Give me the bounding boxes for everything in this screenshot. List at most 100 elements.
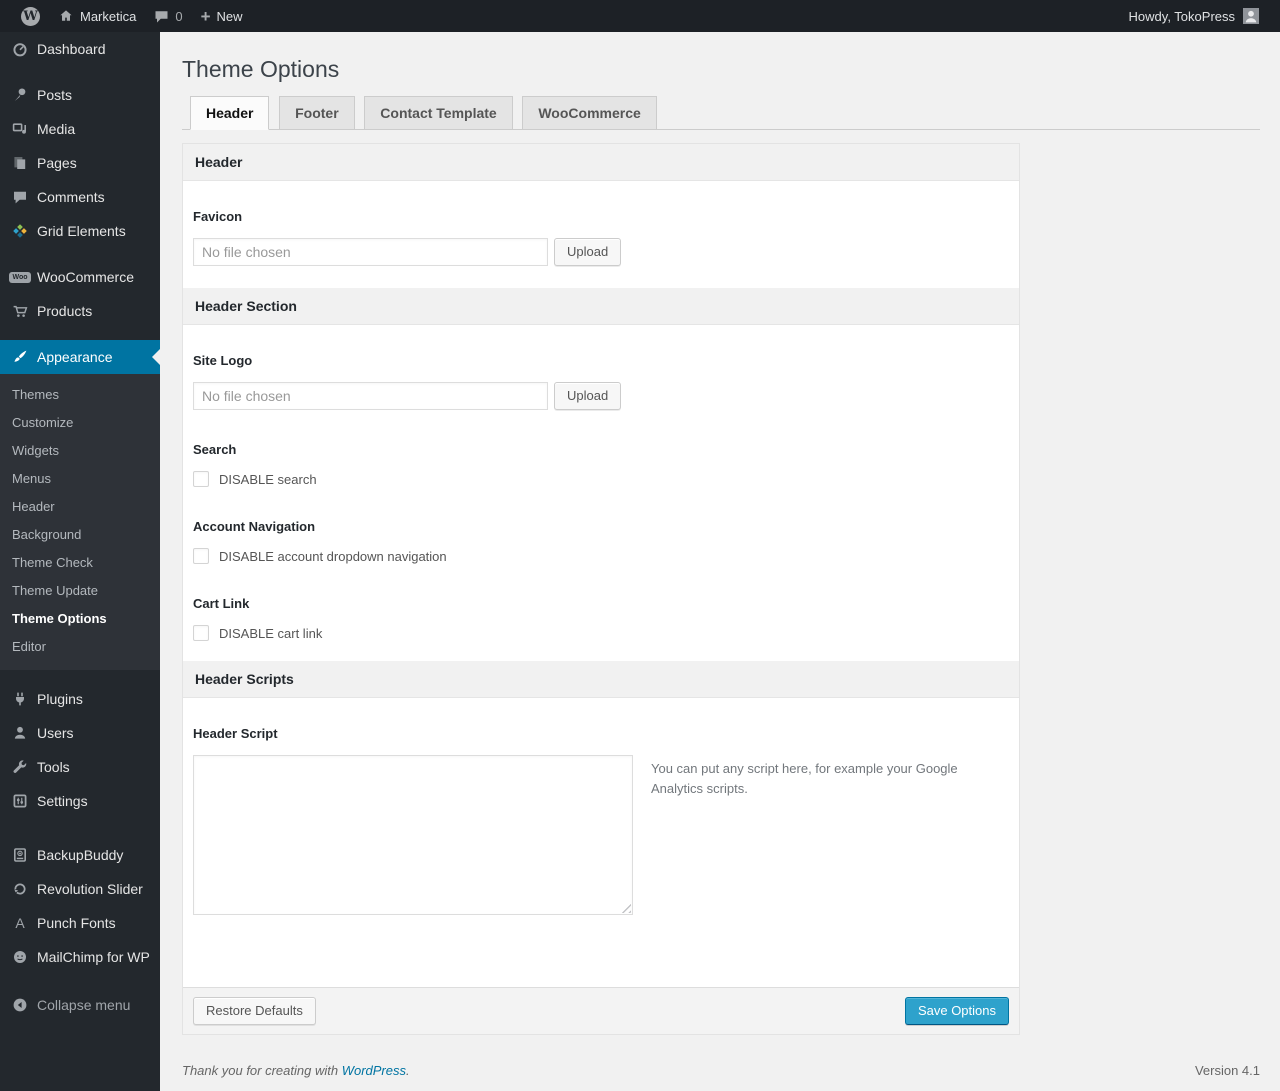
pushpin-icon (10, 86, 30, 104)
admin-bar: W Marketica 0 + New Howdy, TokoPress (0, 0, 1280, 32)
favicon-upload-button[interactable]: Upload (554, 238, 622, 266)
disable-account-nav-checkbox[interactable] (193, 548, 209, 564)
thanks-period: . (406, 1063, 410, 1078)
brush-icon (10, 348, 30, 366)
sidebar-item-appearance[interactable]: Appearance (0, 340, 160, 374)
account-navigation-label: Account Navigation (193, 519, 316, 534)
sidebar-label: Users (37, 725, 74, 741)
plug-icon (10, 690, 30, 708)
submenu-item-background[interactable]: Background (0, 521, 160, 549)
sidebar-label: Dashboard (37, 41, 106, 57)
home-icon (58, 8, 74, 24)
sidebar-item-backupbuddy[interactable]: BackupBuddy (0, 838, 160, 872)
section-title-header-section: Header Section (183, 288, 1019, 325)
sidebar-item-products[interactable]: Products (0, 294, 160, 328)
tab-bar: Header Footer Contact Template WooCommer… (182, 96, 1260, 130)
sidebar-label: BackupBuddy (37, 847, 124, 863)
sidebar-label: Media (37, 121, 76, 137)
avatar (1243, 8, 1259, 24)
site-logo-file-input[interactable] (193, 382, 548, 410)
sidebar-label: Products (37, 303, 93, 319)
sidebar-label: Tools (37, 759, 70, 775)
media-icon (10, 120, 30, 138)
header-script-hint: You can put any script here, for example… (651, 761, 958, 796)
submenu-item-theme-options[interactable]: Theme Options (0, 605, 160, 633)
sidebar-label: WooCommerce (37, 269, 134, 285)
tab-contact-template[interactable]: Contact Template (364, 96, 513, 129)
sidebar-label: Grid Elements (37, 223, 126, 239)
plus-icon: + (200, 6, 211, 26)
disable-search-checkbox[interactable] (193, 471, 209, 487)
comment-bubble-icon (154, 9, 169, 24)
disable-cart-link-checkbox-label[interactable]: DISABLE cart link (219, 626, 322, 641)
submenu-item-themes[interactable]: Themes (0, 381, 160, 409)
sidebar-item-grid-elements[interactable]: Grid Elements (0, 214, 160, 248)
section-title-header-scripts: Header Scripts (183, 661, 1019, 698)
menu-separator (0, 818, 160, 838)
sidebar-item-tools[interactable]: Tools (0, 750, 160, 784)
wp-logo-menu[interactable]: W (12, 0, 49, 32)
submenu-item-customize[interactable]: Customize (0, 409, 160, 437)
monkey-icon (10, 948, 30, 966)
sidebar-item-woocommerce[interactable]: Woo WooCommerce (0, 260, 160, 294)
cart-icon (10, 302, 30, 320)
menu-separator (0, 66, 160, 78)
cart-link-label: Cart Link (193, 596, 250, 611)
page-footer: Thank you for creating with WordPress. V… (182, 1035, 1260, 1088)
tab-woocommerce[interactable]: WooCommerce (522, 96, 657, 129)
tab-footer[interactable]: Footer (279, 96, 355, 129)
footer-thanks-text: Thank you for creating with WordPress. (182, 1063, 410, 1078)
version-text: Version 4.1 (1194, 1063, 1260, 1078)
disable-cart-link-checkbox[interactable] (193, 625, 209, 641)
backup-disk-icon (10, 846, 30, 864)
save-options-button[interactable]: Save Options (904, 997, 1009, 1025)
site-logo-upload-button[interactable]: Upload (554, 382, 622, 410)
sidebar-item-settings[interactable]: Settings (0, 784, 160, 818)
sidebar-item-media[interactable]: Media (0, 112, 160, 146)
disable-account-nav-checkbox-label[interactable]: DISABLE account dropdown navigation (219, 549, 447, 564)
sidebar-label: MailChimp for WP (37, 949, 150, 965)
search-label: Search (193, 442, 237, 457)
sidebar-item-mailchimp[interactable]: MailChimp for WP (0, 940, 160, 974)
sidebar-item-plugins[interactable]: Plugins (0, 682, 160, 716)
submenu-item-theme-update[interactable]: Theme Update (0, 577, 160, 605)
woocommerce-icon: Woo (9, 268, 31, 286)
sidebar-item-comments[interactable]: Comments (0, 180, 160, 214)
collapse-menu-button[interactable]: Collapse menu (0, 988, 160, 1022)
sidebar-item-revolution-slider[interactable]: Revolution Slider (0, 872, 160, 906)
wordpress-link[interactable]: WordPress (342, 1063, 406, 1078)
site-name-link[interactable]: Marketica (49, 0, 145, 32)
sidebar-label: Pages (37, 155, 77, 171)
sidebar-item-users[interactable]: Users (0, 716, 160, 750)
submenu-item-editor[interactable]: Editor (0, 633, 160, 661)
sidebar-item-punch-fonts[interactable]: A Punch Fonts (0, 906, 160, 940)
disable-search-checkbox-label[interactable]: DISABLE search (219, 472, 317, 487)
admin-sidebar: Dashboard Posts Media Pages Comments Gri… (0, 32, 160, 1091)
howdy-account-link[interactable]: Howdy, TokoPress (1120, 0, 1268, 32)
new-label: New (216, 8, 243, 24)
site-name: Marketica (80, 8, 137, 24)
submenu-item-header[interactable]: Header (0, 493, 160, 521)
comment-count: 0 (175, 8, 183, 24)
sidebar-item-dashboard[interactable]: Dashboard (0, 32, 160, 66)
sidebar-label: Punch Fonts (37, 915, 116, 931)
menu-separator (0, 248, 160, 260)
submenu-item-menus[interactable]: Menus (0, 465, 160, 493)
sidebar-label: Settings (37, 793, 88, 809)
sidebar-item-posts[interactable]: Posts (0, 78, 160, 112)
sidebar-label: Posts (37, 87, 73, 103)
tab-header[interactable]: Header (190, 96, 270, 130)
submenu-item-widgets[interactable]: Widgets (0, 437, 160, 465)
restore-defaults-button[interactable]: Restore Defaults (193, 997, 316, 1025)
favicon-file-input[interactable] (193, 238, 548, 266)
header-script-textarea[interactable] (193, 755, 633, 915)
new-content-link[interactable]: + New (192, 0, 252, 32)
wordpress-logo-icon: W (21, 6, 40, 26)
sidebar-item-pages[interactable]: Pages (0, 146, 160, 180)
comments-admin-link[interactable]: 0 (145, 0, 191, 32)
person-icon (10, 724, 30, 742)
section-body-header-section: Site Logo Upload Search DISABLE search A… (183, 325, 1019, 661)
submenu-item-theme-check[interactable]: Theme Check (0, 549, 160, 577)
menu-separator (0, 328, 160, 340)
sidebar-label: Appearance (37, 349, 113, 365)
